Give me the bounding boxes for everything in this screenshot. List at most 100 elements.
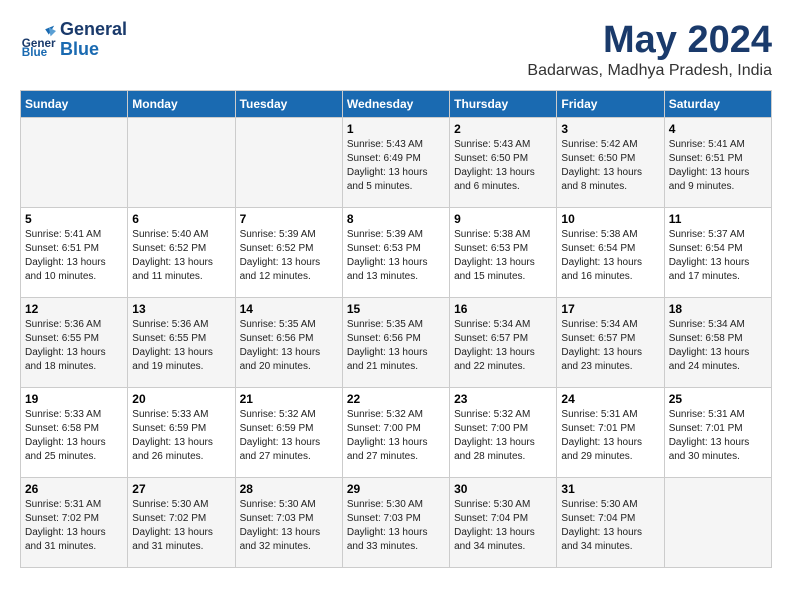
day-number: 7 (240, 212, 338, 226)
day-number: 10 (561, 212, 659, 226)
day-info: Sunrise: 5:31 AMSunset: 7:01 PMDaylight:… (561, 408, 659, 464)
calendar-week-row: 12 Sunrise: 5:36 AMSunset: 6:55 PMDayligh… (21, 297, 772, 387)
calendar-cell: 17Sunrise: 5:34 AMSunset: 6:57 PMDayligh… (557, 297, 664, 387)
calendar-cell: 8 Sunrise: 5:39 AMSunset: 6:53 PMDaylight… (342, 207, 449, 297)
logo-icon: General Blue (20, 22, 56, 58)
day-number: 3 (561, 122, 659, 136)
calendar-cell: 18 Sunrise: 5:34 AMSunset: 6:58 PMDayligh… (664, 297, 771, 387)
calendar-header-row: SundayMondayTuesdayWednesdayThursdayFrid… (21, 90, 772, 117)
day-info: Sunrise: 5:34 AMSunset: 6:57 PMDaylight:… (454, 318, 552, 374)
day-number: 11 (669, 212, 767, 226)
calendar-cell: 19 Sunrise: 5:33 AMSunset: 6:58 PMDayligh… (21, 387, 128, 477)
calendar-cell: 26 Sunrise: 5:31 AMSunset: 7:02 PMDayligh… (21, 477, 128, 567)
day-info: Sunrise: 5:30 AMSunset: 7:03 PMDaylight:… (240, 498, 338, 554)
logo-text-blue: Blue (60, 40, 127, 60)
day-info: Sunrise: 5:38 AMSunset: 6:53 PMDaylight:… (454, 228, 552, 284)
day-info: Sunrise: 5:33 AMSunset: 6:58 PMDaylight:… (25, 408, 123, 464)
day-number: 23 (454, 392, 552, 406)
weekday-header: Wednesday (342, 90, 449, 117)
calendar-table: SundayMondayTuesdayWednesdayThursdayFrid… (20, 90, 772, 568)
day-number: 6 (132, 212, 230, 226)
calendar-cell: 15 Sunrise: 5:35 AMSunset: 6:56 PMDayligh… (342, 297, 449, 387)
day-number: 5 (25, 212, 123, 226)
day-info: Sunrise: 5:41 AMSunset: 6:51 PMDaylight:… (669, 138, 767, 194)
day-info: Sunrise: 5:35 AMSunset: 6:56 PMDaylight:… (347, 318, 445, 374)
calendar-cell: 25Sunrise: 5:31 AMSunset: 7:01 PMDayligh… (664, 387, 771, 477)
day-info: Sunrise: 5:39 AMSunset: 6:52 PMDaylight:… (240, 228, 338, 284)
day-number: 13 (132, 302, 230, 316)
weekday-header: Sunday (21, 90, 128, 117)
day-number: 29 (347, 482, 445, 496)
day-info: Sunrise: 5:43 AMSunset: 6:49 PMDaylight:… (347, 138, 445, 194)
calendar-cell: 1 Sunrise: 5:43 AMSunset: 6:49 PMDaylight… (342, 117, 449, 207)
day-number: 28 (240, 482, 338, 496)
day-info: Sunrise: 5:42 AMSunset: 6:50 PMDaylight:… (561, 138, 659, 194)
day-info: Sunrise: 5:32 AMSunset: 7:00 PMDaylight:… (454, 408, 552, 464)
calendar-cell (21, 117, 128, 207)
weekday-header: Saturday (664, 90, 771, 117)
calendar-cell: 21Sunrise: 5:32 AMSunset: 6:59 PMDayligh… (235, 387, 342, 477)
title-block: May 2024 Badarwas, Madhya Pradesh, India (527, 20, 772, 80)
day-number: 2 (454, 122, 552, 136)
calendar-cell: 7 Sunrise: 5:39 AMSunset: 6:52 PMDaylight… (235, 207, 342, 297)
day-info: Sunrise: 5:36 AMSunset: 6:55 PMDaylight:… (25, 318, 123, 374)
calendar-cell: 4 Sunrise: 5:41 AMSunset: 6:51 PMDaylight… (664, 117, 771, 207)
calendar-cell: 13 Sunrise: 5:36 AMSunset: 6:55 PMDayligh… (128, 297, 235, 387)
day-info: Sunrise: 5:34 AMSunset: 6:57 PMDaylight:… (561, 318, 659, 374)
day-info: Sunrise: 5:38 AMSunset: 6:54 PMDaylight:… (561, 228, 659, 284)
day-number: 1 (347, 122, 445, 136)
calendar-cell: 29Sunrise: 5:30 AMSunset: 7:03 PMDayligh… (342, 477, 449, 567)
day-info: Sunrise: 5:39 AMSunset: 6:53 PMDaylight:… (347, 228, 445, 284)
day-info: Sunrise: 5:40 AMSunset: 6:52 PMDaylight:… (132, 228, 230, 284)
day-info: Sunrise: 5:33 AMSunset: 6:59 PMDaylight:… (132, 408, 230, 464)
day-number: 4 (669, 122, 767, 136)
day-number: 25 (669, 392, 767, 406)
day-info: Sunrise: 5:36 AMSunset: 6:55 PMDaylight:… (132, 318, 230, 374)
calendar-cell (128, 117, 235, 207)
calendar-cell: 16 Sunrise: 5:34 AMSunset: 6:57 PMDayligh… (450, 297, 557, 387)
day-number: 15 (347, 302, 445, 316)
day-info: Sunrise: 5:32 AMSunset: 7:00 PMDaylight:… (347, 408, 445, 464)
day-number: 27 (132, 482, 230, 496)
calendar-cell: 31 Sunrise: 5:30 AMSunset: 7:04 PMDayligh… (557, 477, 664, 567)
calendar-cell: 12 Sunrise: 5:36 AMSunset: 6:55 PMDayligh… (21, 297, 128, 387)
day-number: 14 (240, 302, 338, 316)
day-number: 12 (25, 302, 123, 316)
day-number: 9 (454, 212, 552, 226)
day-info: Sunrise: 5:32 AMSunset: 6:59 PMDaylight:… (240, 408, 338, 464)
calendar-week-row: 1 Sunrise: 5:43 AMSunset: 6:49 PMDaylight… (21, 117, 772, 207)
day-info: Sunrise: 5:34 AMSunset: 6:58 PMDaylight:… (669, 318, 767, 374)
calendar-cell: 2 Sunrise: 5:43 AMSunset: 6:50 PMDaylight… (450, 117, 557, 207)
day-info: Sunrise: 5:35 AMSunset: 6:56 PMDaylight:… (240, 318, 338, 374)
calendar-week-row: 5 Sunrise: 5:41 AMSunset: 6:51 PMDaylight… (21, 207, 772, 297)
day-number: 26 (25, 482, 123, 496)
day-number: 22 (347, 392, 445, 406)
day-info: Sunrise: 5:30 AMSunset: 7:02 PMDaylight:… (132, 498, 230, 554)
day-info: Sunrise: 5:30 AMSunset: 7:04 PMDaylight:… (561, 498, 659, 554)
logo: General Blue General Blue (20, 20, 127, 60)
calendar-week-row: 26 Sunrise: 5:31 AMSunset: 7:02 PMDayligh… (21, 477, 772, 567)
location-subtitle: Badarwas, Madhya Pradesh, India (527, 62, 772, 80)
day-info: Sunrise: 5:41 AMSunset: 6:51 PMDaylight:… (25, 228, 123, 284)
svg-text:Blue: Blue (22, 46, 48, 58)
calendar-cell: 27 Sunrise: 5:30 AMSunset: 7:02 PMDayligh… (128, 477, 235, 567)
logo-text-general: General (60, 20, 127, 40)
weekday-header: Friday (557, 90, 664, 117)
calendar-cell: 5 Sunrise: 5:41 AMSunset: 6:51 PMDaylight… (21, 207, 128, 297)
calendar-cell: 20Sunrise: 5:33 AMSunset: 6:59 PMDayligh… (128, 387, 235, 477)
day-number: 24 (561, 392, 659, 406)
day-info: Sunrise: 5:31 AMSunset: 7:02 PMDaylight:… (25, 498, 123, 554)
day-number: 19 (25, 392, 123, 406)
day-number: 18 (669, 302, 767, 316)
calendar-cell: 3 Sunrise: 5:42 AMSunset: 6:50 PMDaylight… (557, 117, 664, 207)
day-number: 16 (454, 302, 552, 316)
calendar-cell: 11Sunrise: 5:37 AMSunset: 6:54 PMDayligh… (664, 207, 771, 297)
day-number: 31 (561, 482, 659, 496)
calendar-week-row: 19 Sunrise: 5:33 AMSunset: 6:58 PMDayligh… (21, 387, 772, 477)
day-info: Sunrise: 5:30 AMSunset: 7:04 PMDaylight:… (454, 498, 552, 554)
calendar-cell: 24 Sunrise: 5:31 AMSunset: 7:01 PMDayligh… (557, 387, 664, 477)
day-number: 8 (347, 212, 445, 226)
calendar-cell: 28 Sunrise: 5:30 AMSunset: 7:03 PMDayligh… (235, 477, 342, 567)
day-info: Sunrise: 5:43 AMSunset: 6:50 PMDaylight:… (454, 138, 552, 194)
page-header: General Blue General Blue May 2024 Badar… (20, 20, 772, 80)
